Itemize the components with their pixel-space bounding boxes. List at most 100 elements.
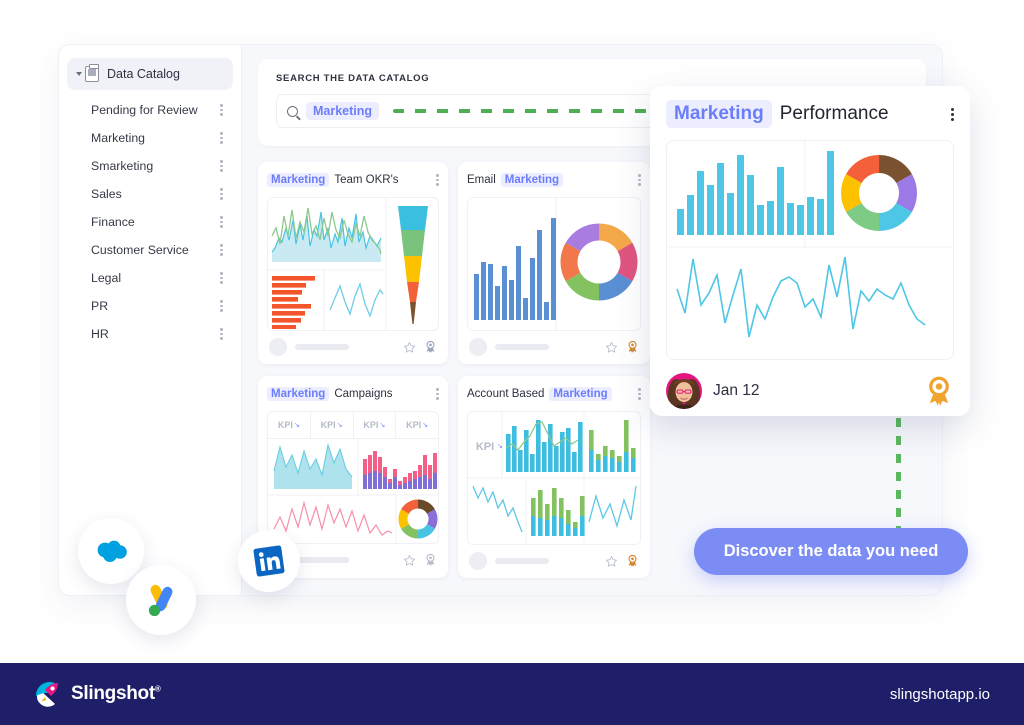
perf-bar-chart bbox=[677, 151, 834, 235]
star-icon[interactable] bbox=[605, 341, 618, 354]
marketing-performance-panel[interactable]: Marketing Performance Jan 12 bbox=[650, 86, 970, 416]
kpi-trend-icon: ↘ bbox=[379, 422, 386, 429]
campaign-area-chart bbox=[273, 442, 353, 489]
owner-name-placeholder bbox=[495, 344, 549, 350]
card-tag: Marketing bbox=[549, 387, 612, 401]
kpi-tile-row: KPI ↘ KPI ↘ KPI ↘ KPI ↘ bbox=[268, 412, 438, 439]
discover-data-cta-button[interactable]: Discover the data you need bbox=[694, 528, 968, 575]
kebab-menu-icon[interactable] bbox=[220, 216, 223, 228]
search-icon bbox=[287, 105, 298, 117]
sidebar-item-smarketing[interactable]: Smarketing bbox=[67, 152, 233, 180]
sidebar: Data Catalog Pending for Review Marketing… bbox=[59, 45, 242, 595]
google-ads-icon bbox=[148, 584, 173, 617]
kpi-trend-icon: ↘ bbox=[336, 422, 343, 429]
card-header: Marketing Team OKR's bbox=[267, 171, 439, 189]
sidebar-item-label: Sales bbox=[91, 187, 122, 201]
kebab-menu-icon[interactable] bbox=[220, 132, 223, 144]
brand-logo-group[interactable]: Slingshot® bbox=[34, 680, 161, 708]
sidebar-root-data-catalog[interactable]: Data Catalog bbox=[67, 58, 233, 90]
card-footer bbox=[467, 331, 641, 358]
abm-line-right-chart bbox=[588, 485, 637, 529]
connector-dashed-line bbox=[896, 418, 901, 534]
okr-line-chart bbox=[329, 281, 384, 318]
okr-area-chart bbox=[271, 207, 382, 262]
abm-chart-group: KPI ↘ bbox=[468, 412, 640, 544]
kebab-menu-icon[interactable] bbox=[436, 174, 439, 186]
chevron-down-icon[interactable] bbox=[76, 72, 82, 76]
kpi-tile: KPI ↘ bbox=[354, 412, 397, 438]
card-title: Email bbox=[467, 174, 496, 186]
kebab-menu-icon[interactable] bbox=[951, 107, 954, 121]
brand-url[interactable]: slingshotapp.io bbox=[890, 686, 990, 703]
sidebar-item-label: Customer Service bbox=[91, 243, 189, 257]
panel-footer: Jan 12 bbox=[666, 360, 954, 409]
campaign-chart-group bbox=[268, 439, 438, 543]
kebab-menu-icon[interactable] bbox=[220, 160, 223, 172]
sidebar-item-pr[interactable]: PR bbox=[67, 292, 233, 320]
sidebar-item-hr[interactable]: HR bbox=[67, 320, 233, 348]
kpi-trend-icon: ↘ bbox=[293, 422, 300, 429]
sidebar-item-legal[interactable]: Legal bbox=[67, 264, 233, 292]
perf-donut-chart bbox=[841, 155, 917, 231]
sidebar-item-sales[interactable]: Sales bbox=[67, 180, 233, 208]
sidebar-root-label: Data Catalog bbox=[107, 67, 180, 81]
abm-stacked-green-chart bbox=[589, 420, 636, 472]
award-badge-icon[interactable] bbox=[424, 340, 437, 354]
perf-chart-group bbox=[667, 141, 953, 338]
sidebar-item-label: Smarketing bbox=[91, 159, 154, 173]
star-icon[interactable] bbox=[605, 555, 618, 568]
kebab-menu-icon[interactable] bbox=[220, 328, 223, 340]
owner-name-placeholder bbox=[295, 557, 349, 563]
kebab-menu-icon[interactable] bbox=[220, 272, 223, 284]
card-marketing-team-okrs[interactable]: Marketing Team OKR's bbox=[258, 162, 448, 364]
award-badge-icon[interactable] bbox=[626, 554, 639, 568]
google-ads-bubble[interactable] bbox=[126, 565, 196, 635]
user-avatar[interactable] bbox=[666, 373, 702, 409]
kpi-tile: KPI ↘ bbox=[268, 412, 311, 438]
card-tag: Marketing bbox=[500, 173, 564, 187]
panel-title: Performance bbox=[779, 103, 889, 124]
brand-footer-bar: Slingshot® slingshotapp.io bbox=[0, 663, 1024, 725]
sidebar-item-finance[interactable]: Finance bbox=[67, 208, 233, 236]
kebab-menu-icon[interactable] bbox=[220, 300, 223, 312]
card-tag: Marketing bbox=[267, 387, 330, 401]
card-email-marketing[interactable]: Email Marketing bbox=[458, 162, 650, 364]
owner-name-placeholder bbox=[495, 558, 549, 564]
sidebar-item-customer-service[interactable]: Customer Service bbox=[67, 236, 233, 264]
star-icon[interactable] bbox=[403, 341, 416, 354]
card-chart-area bbox=[267, 197, 439, 331]
abm-line-down-chart bbox=[472, 485, 523, 533]
kebab-menu-icon[interactable] bbox=[220, 244, 223, 256]
star-icon[interactable] bbox=[403, 554, 416, 567]
kebab-menu-icon[interactable] bbox=[638, 174, 641, 186]
kebab-menu-icon[interactable] bbox=[220, 104, 223, 116]
kpi-label: KPI bbox=[320, 420, 336, 430]
card-header: Account Based Marketing bbox=[467, 385, 641, 403]
search-chip-marketing[interactable]: Marketing bbox=[306, 102, 380, 120]
okr-horizontal-bar-chart bbox=[272, 276, 315, 329]
kebab-menu-icon[interactable] bbox=[638, 388, 641, 400]
card-footer bbox=[267, 331, 439, 358]
award-badge-icon[interactable] bbox=[424, 553, 437, 567]
card-tag: Marketing bbox=[267, 173, 330, 187]
kebab-menu-icon[interactable] bbox=[436, 388, 439, 400]
kpi-label: KPI bbox=[406, 420, 422, 430]
card-chart-area bbox=[467, 197, 641, 331]
kebab-menu-icon[interactable] bbox=[220, 188, 223, 200]
linkedin-bubble[interactable] bbox=[238, 530, 300, 592]
award-badge-icon[interactable] bbox=[924, 375, 954, 408]
card-account-based-marketing[interactable]: Account Based Marketing KPI ↘ bbox=[458, 376, 650, 578]
sidebar-item-marketing[interactable]: Marketing bbox=[67, 124, 233, 152]
salesforce-bubble[interactable] bbox=[78, 518, 144, 584]
perf-line-chart bbox=[676, 256, 926, 338]
kpi-trend-icon: ↘ bbox=[422, 422, 429, 429]
campaign-donut-chart bbox=[398, 499, 438, 539]
card-header: Marketing Campaigns bbox=[267, 385, 439, 403]
sidebar-item-pending-for-review[interactable]: Pending for Review bbox=[67, 96, 233, 124]
search-section-label: SEARCH THE DATA CATALOG bbox=[276, 73, 430, 84]
award-badge-icon[interactable] bbox=[626, 340, 639, 354]
email-donut-chart bbox=[560, 223, 638, 301]
card-title: Account Based bbox=[467, 388, 545, 400]
sidebar-item-label: HR bbox=[91, 327, 109, 341]
card-chart-area: KPI ↘ bbox=[467, 411, 641, 545]
